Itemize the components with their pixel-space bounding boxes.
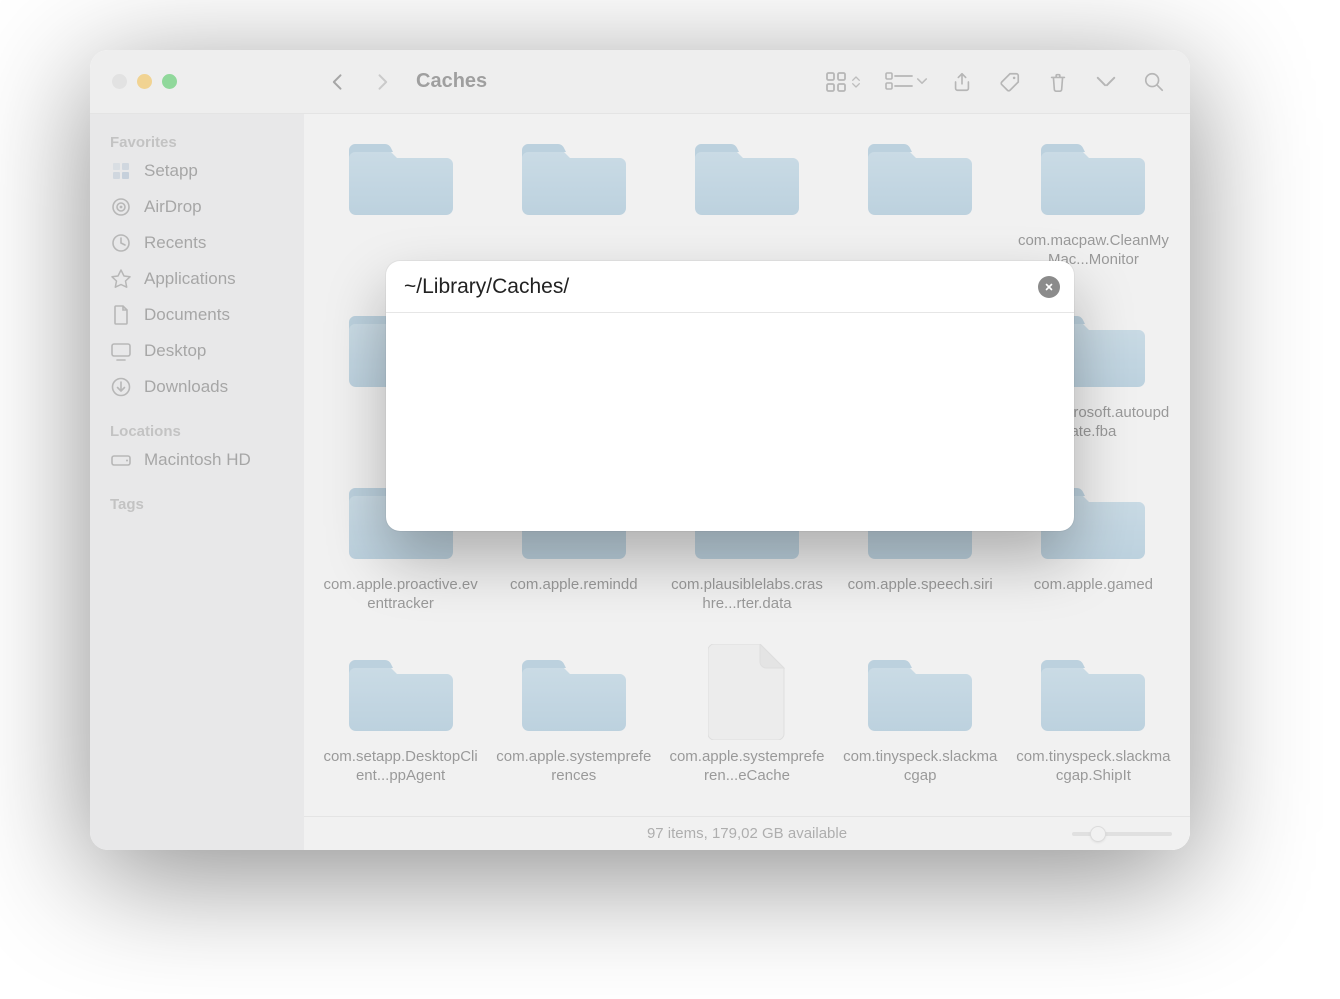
file-icon	[687, 642, 807, 742]
sidebar-item-desktop[interactable]: Desktop	[90, 333, 304, 369]
go-to-folder-dialog	[386, 261, 1074, 531]
folder-icon	[341, 642, 461, 742]
grid-item[interactable]: com.setapp.DesktopClient...ppAgent	[314, 642, 487, 810]
close-window-button[interactable]	[112, 74, 127, 89]
sidebar-item-recents[interactable]: Recents	[90, 225, 304, 261]
sidebar-section-tags: Tags	[90, 490, 304, 515]
zoom-track	[1072, 832, 1172, 836]
sidebar-section-locations: Locations	[90, 417, 304, 442]
grid-item[interactable]: com.tinyspeck.slackmacgap	[834, 642, 1007, 810]
overflow-button[interactable]	[1086, 64, 1126, 100]
sidebar-item-airdrop[interactable]: AirDrop	[90, 189, 304, 225]
grid-item-label: com.tinyspeck.slackmacgap	[840, 748, 1000, 786]
grid-item-label: com.apple.systempreferences	[494, 748, 654, 786]
forward-button[interactable]	[364, 64, 400, 100]
zoom-slider[interactable]	[1072, 825, 1172, 843]
sidebar-item-documents[interactable]: Documents	[90, 297, 304, 333]
traffic-lights	[90, 50, 304, 114]
sidebar-item-label: Documents	[144, 305, 230, 325]
sidebar-item-label: Recents	[144, 233, 206, 253]
sidebar-item-label: Downloads	[144, 377, 228, 397]
updown-icon	[851, 74, 861, 90]
sidebar-item-macintosh-hd[interactable]: Macintosh HD	[90, 442, 304, 478]
share-button[interactable]	[942, 64, 982, 100]
titlebar: Caches	[90, 50, 1190, 114]
zoom-thumb[interactable]	[1090, 826, 1106, 842]
grid-item[interactable]: com.tinyspeck.slackmacgap.ShipIt	[1007, 642, 1180, 810]
recents-icon	[110, 232, 132, 254]
documents-icon	[110, 304, 132, 326]
grid-item-label: com.apple.systempreferen...eCache	[667, 748, 827, 786]
sidebar-section-favorites: Favorites	[90, 128, 304, 153]
view-mode-button[interactable]	[814, 64, 870, 100]
sidebar: Favorites Setapp AirDrop Recents Applica…	[90, 114, 304, 850]
grid-item[interactable]: com.apple.systempreferen...eCache	[660, 642, 833, 810]
folder-icon	[860, 642, 980, 742]
airdrop-icon	[110, 196, 132, 218]
folder-icon	[514, 126, 634, 226]
go-to-folder-suggestions	[386, 313, 1074, 531]
harddrive-icon	[110, 449, 132, 471]
group-by-button[interactable]	[878, 64, 934, 100]
toolbar: Caches	[304, 64, 1190, 100]
folder-icon	[860, 126, 980, 226]
sidebar-item-downloads[interactable]: Downloads	[90, 369, 304, 405]
maximize-window-button[interactable]	[162, 74, 177, 89]
chevron-down-icon	[916, 77, 928, 86]
status-bar: 97 items, 179,02 GB available	[304, 816, 1190, 850]
grid-item-label: com.apple.proactive.eventtracker	[321, 576, 481, 614]
search-button[interactable]	[1134, 64, 1174, 100]
sidebar-item-label: AirDrop	[144, 197, 202, 217]
downloads-icon	[110, 376, 132, 398]
grid-item-label: com.apple.speech.siri	[840, 576, 1000, 595]
status-text: 97 items, 179,02 GB available	[647, 825, 847, 842]
grid-item-label: com.tinyspeck.slackmacgap.ShipIt	[1013, 748, 1173, 786]
sidebar-item-label: Macintosh HD	[144, 450, 251, 470]
grid-item-label: com.setapp.DesktopClient...ppAgent	[321, 748, 481, 786]
tags-button[interactable]	[990, 64, 1030, 100]
window-title: Caches	[416, 70, 487, 93]
close-icon	[1044, 282, 1054, 292]
minimize-window-button[interactable]	[137, 74, 152, 89]
grid-item-label: com.apple.gamed	[1013, 576, 1173, 595]
folder-icon	[1033, 642, 1153, 742]
folder-icon	[341, 126, 461, 226]
grid-item[interactable]: com.apple.systempreferences	[487, 642, 660, 810]
setapp-icon	[110, 160, 132, 182]
sidebar-item-setapp[interactable]: Setapp	[90, 153, 304, 189]
sidebar-item-label: Desktop	[144, 341, 206, 361]
sidebar-item-label: Applications	[144, 269, 236, 289]
trash-button[interactable]	[1038, 64, 1078, 100]
finder-window: Caches Favorites	[90, 50, 1190, 850]
desktop-icon	[110, 340, 132, 362]
grid-item-label: com.apple.remindd	[494, 576, 654, 595]
folder-icon	[687, 126, 807, 226]
applications-icon	[110, 268, 132, 290]
clear-input-button[interactable]	[1038, 276, 1060, 298]
grid-item-label: com.plausiblelabs.crashre...rter.data	[667, 576, 827, 614]
go-to-folder-input-row	[386, 261, 1074, 313]
folder-icon	[514, 642, 634, 742]
go-to-folder-input[interactable]	[404, 275, 1038, 299]
back-button[interactable]	[320, 64, 356, 100]
sidebar-item-applications[interactable]: Applications	[90, 261, 304, 297]
folder-icon	[1033, 126, 1153, 226]
sidebar-item-label: Setapp	[144, 161, 198, 181]
